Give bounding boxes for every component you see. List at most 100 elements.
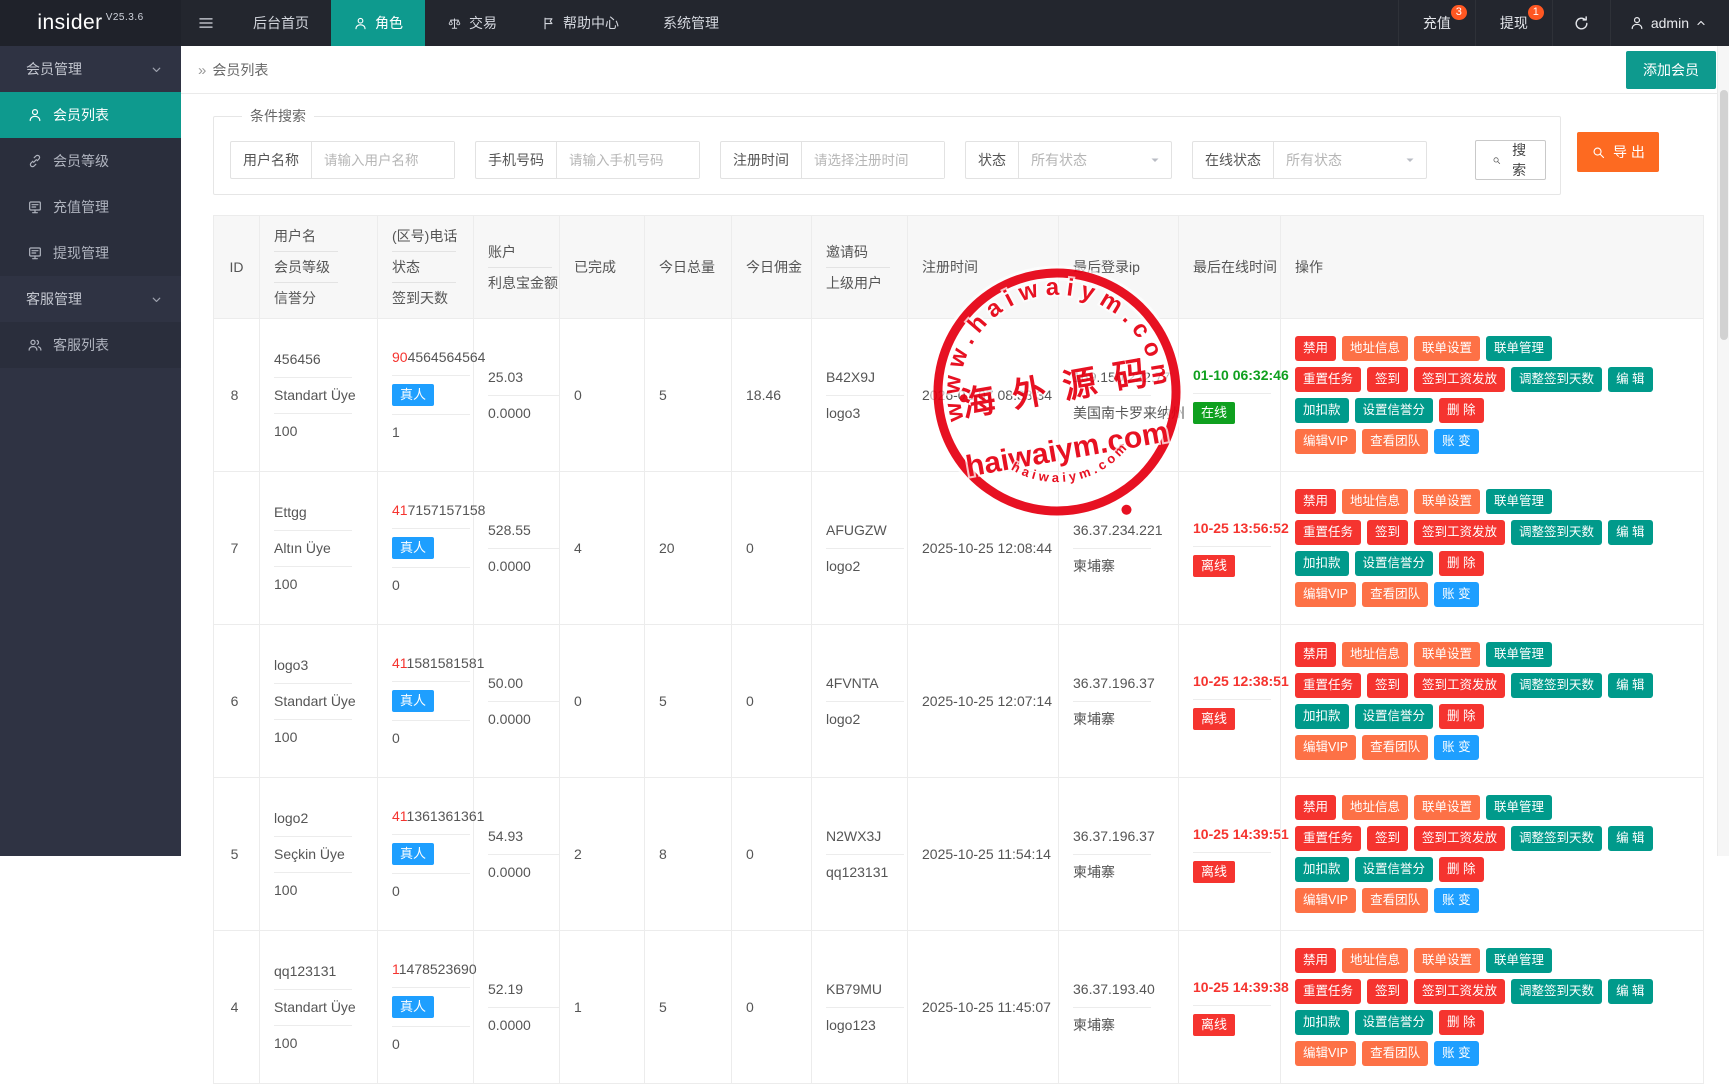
op-adjust-sign-days-button[interactable]: 调整签到天数 xyxy=(1511,979,1602,1004)
tab-help[interactable]: 帮助中心 xyxy=(519,0,641,46)
op-adjust-sign-days-button[interactable]: 调整签到天数 xyxy=(1511,826,1602,851)
op-sign-salary-button[interactable]: 签到工资发放 xyxy=(1414,673,1505,698)
op-edit-button[interactable]: 编 辑 xyxy=(1608,673,1652,698)
op-order-manage-button[interactable]: 联单管理 xyxy=(1486,489,1552,514)
op-adjust-sign-days-button[interactable]: 调整签到天数 xyxy=(1511,520,1602,545)
tab-trade[interactable]: 交易 xyxy=(425,0,519,46)
op-order-manage-button[interactable]: 联单管理 xyxy=(1486,336,1552,361)
op-edit-vip-button[interactable]: 编辑VIP xyxy=(1295,582,1356,607)
op-edit-vip-button[interactable]: 编辑VIP xyxy=(1295,429,1356,454)
op-edit-button[interactable]: 编 辑 xyxy=(1608,520,1652,545)
sidebar-item-member-list[interactable]: 会员列表 xyxy=(0,92,181,138)
filter-username-input[interactable] xyxy=(312,142,454,178)
op-disable-button[interactable]: 禁用 xyxy=(1295,489,1336,514)
op-order-setting-button[interactable]: 联单设置 xyxy=(1414,948,1480,973)
op-view-team-button[interactable]: 查看团队 xyxy=(1362,888,1428,913)
op-sign-salary-button[interactable]: 签到工资发放 xyxy=(1414,367,1505,392)
op-sign-salary-button[interactable]: 签到工资发放 xyxy=(1414,826,1505,851)
op-address-info-button[interactable]: 地址信息 xyxy=(1342,795,1408,820)
op-delete-button[interactable]: 删 除 xyxy=(1439,551,1483,576)
export-button[interactable]: 导 出 xyxy=(1577,132,1659,172)
filter-reg-time-input[interactable] xyxy=(802,142,944,178)
op-delete-button[interactable]: 删 除 xyxy=(1439,704,1483,729)
op-delete-button[interactable]: 删 除 xyxy=(1439,857,1483,882)
page-scrollbar[interactable] xyxy=(1717,46,1729,856)
op-account-change-button[interactable]: 账 变 xyxy=(1434,735,1478,760)
op-address-info-button[interactable]: 地址信息 xyxy=(1342,642,1408,667)
sidebar-group-member-manage[interactable]: 会员管理 xyxy=(0,46,181,92)
op-edit-vip-button[interactable]: 编辑VIP xyxy=(1295,735,1356,760)
filter-status-select[interactable]: 所有状态 xyxy=(1019,142,1171,178)
op-view-team-button[interactable]: 查看团队 xyxy=(1362,429,1428,454)
op-sign-in-button[interactable]: 签到 xyxy=(1367,826,1408,851)
op-address-info-button[interactable]: 地址信息 xyxy=(1342,489,1408,514)
op-disable-button[interactable]: 禁用 xyxy=(1295,336,1336,361)
op-view-team-button[interactable]: 查看团队 xyxy=(1362,582,1428,607)
add-member-button[interactable]: 添加会员 xyxy=(1626,51,1716,89)
tab-home[interactable]: 后台首页 xyxy=(231,0,331,46)
op-account-change-button[interactable]: 账 变 xyxy=(1434,582,1478,607)
op-sign-in-button[interactable]: 签到 xyxy=(1367,979,1408,1004)
sidebar-item-withdraw-manage[interactable]: 提现管理 xyxy=(0,230,181,276)
op-delete-button[interactable]: 删 除 xyxy=(1439,1010,1483,1035)
op-disable-button[interactable]: 禁用 xyxy=(1295,795,1336,820)
sidebar-group-service-manage[interactable]: 客服管理 xyxy=(0,276,181,322)
op-sign-in-button[interactable]: 签到 xyxy=(1367,367,1408,392)
op-view-team-button[interactable]: 查看团队 xyxy=(1362,1041,1428,1066)
op-order-manage-button[interactable]: 联单管理 xyxy=(1486,948,1552,973)
sidebar-item-service-list[interactable]: 客服列表 xyxy=(0,322,181,368)
op-reset-task-button[interactable]: 重置任务 xyxy=(1295,367,1361,392)
sidebar-toggle-button[interactable] xyxy=(181,0,231,46)
op-account-change-button[interactable]: 账 变 xyxy=(1434,888,1478,913)
op-sign-in-button[interactable]: 签到 xyxy=(1367,673,1408,698)
op-add-deduction-button[interactable]: 加扣款 xyxy=(1295,1010,1349,1035)
quick-link-withdraw[interactable]: 提现1 xyxy=(1475,0,1552,46)
op-order-manage-button[interactable]: 联单管理 xyxy=(1486,795,1552,820)
op-edit-vip-button[interactable]: 编辑VIP xyxy=(1295,888,1356,913)
op-disable-button[interactable]: 禁用 xyxy=(1295,948,1336,973)
refresh-button[interactable] xyxy=(1552,0,1610,46)
op-add-deduction-button[interactable]: 加扣款 xyxy=(1295,398,1349,423)
op-account-change-button[interactable]: 账 变 xyxy=(1434,1041,1478,1066)
op-edit-button[interactable]: 编 辑 xyxy=(1608,367,1652,392)
op-account-change-button[interactable]: 账 变 xyxy=(1434,429,1478,454)
op-adjust-sign-days-button[interactable]: 调整签到天数 xyxy=(1511,673,1602,698)
op-order-manage-button[interactable]: 联单管理 xyxy=(1486,642,1552,667)
op-edit-button[interactable]: 编 辑 xyxy=(1608,979,1652,1004)
op-order-setting-button[interactable]: 联单设置 xyxy=(1414,489,1480,514)
op-order-setting-button[interactable]: 联单设置 xyxy=(1414,795,1480,820)
search-button[interactable]: 搜 索 xyxy=(1475,140,1546,180)
op-delete-button[interactable]: 删 除 xyxy=(1439,398,1483,423)
op-disable-button[interactable]: 禁用 xyxy=(1295,642,1336,667)
op-add-deduction-button[interactable]: 加扣款 xyxy=(1295,857,1349,882)
op-address-info-button[interactable]: 地址信息 xyxy=(1342,948,1408,973)
scrollbar-thumb[interactable] xyxy=(1720,90,1728,340)
op-add-deduction-button[interactable]: 加扣款 xyxy=(1295,551,1349,576)
op-view-team-button[interactable]: 查看团队 xyxy=(1362,735,1428,760)
tab-role[interactable]: 角色 xyxy=(331,0,425,46)
op-set-credit-button[interactable]: 设置信誉分 xyxy=(1355,1010,1434,1035)
op-reset-task-button[interactable]: 重置任务 xyxy=(1295,979,1361,1004)
op-order-setting-button[interactable]: 联单设置 xyxy=(1414,642,1480,667)
op-set-credit-button[interactable]: 设置信誉分 xyxy=(1355,551,1434,576)
op-reset-task-button[interactable]: 重置任务 xyxy=(1295,520,1361,545)
op-reset-task-button[interactable]: 重置任务 xyxy=(1295,826,1361,851)
sidebar-item-member-level[interactable]: 会员等级 xyxy=(0,138,181,184)
user-menu[interactable]: admin xyxy=(1610,0,1729,46)
op-edit-button[interactable]: 编 辑 xyxy=(1608,826,1652,851)
tab-system[interactable]: 系统管理 xyxy=(641,0,741,46)
op-set-credit-button[interactable]: 设置信誉分 xyxy=(1355,857,1434,882)
filter-phone-input[interactable] xyxy=(557,142,699,178)
filter-online-status-select[interactable]: 所有状态 xyxy=(1274,142,1426,178)
op-set-credit-button[interactable]: 设置信誉分 xyxy=(1355,704,1434,729)
op-set-credit-button[interactable]: 设置信誉分 xyxy=(1355,398,1434,423)
op-edit-vip-button[interactable]: 编辑VIP xyxy=(1295,1041,1356,1066)
op-adjust-sign-days-button[interactable]: 调整签到天数 xyxy=(1511,367,1602,392)
op-address-info-button[interactable]: 地址信息 xyxy=(1342,336,1408,361)
op-sign-in-button[interactable]: 签到 xyxy=(1367,520,1408,545)
op-order-setting-button[interactable]: 联单设置 xyxy=(1414,336,1480,361)
sidebar-item-recharge-manage[interactable]: 充值管理 xyxy=(0,184,181,230)
op-sign-salary-button[interactable]: 签到工资发放 xyxy=(1414,979,1505,1004)
op-add-deduction-button[interactable]: 加扣款 xyxy=(1295,704,1349,729)
quick-link-recharge[interactable]: 充值3 xyxy=(1398,0,1475,46)
